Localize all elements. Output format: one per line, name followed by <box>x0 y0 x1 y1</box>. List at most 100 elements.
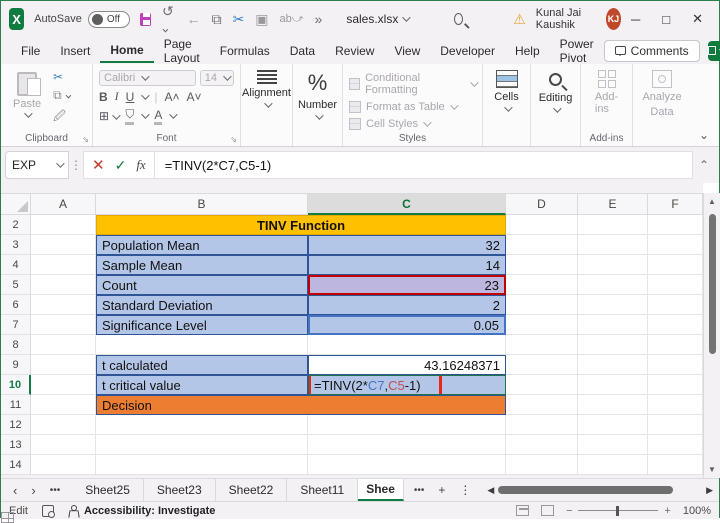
prev-sheet-icon[interactable]: ‹ <box>13 483 17 498</box>
cell-D8[interactable] <box>506 335 578 355</box>
cell-C3[interactable]: 32 <box>308 235 506 255</box>
cell-C5-referenced[interactable]: 23 <box>308 275 506 295</box>
cell-D11[interactable] <box>506 395 578 415</box>
italic-button[interactable]: I <box>115 89 119 104</box>
autosave-control[interactable]: AutoSave Off <box>34 10 130 28</box>
row-header-3[interactable]: 3 <box>1 235 31 255</box>
cell-F8[interactable] <box>648 335 703 355</box>
maximize-button[interactable]: □ <box>662 12 670 27</box>
comments-button[interactable]: Comments <box>603 39 700 62</box>
column-header-b[interactable]: B <box>96 193 308 215</box>
row-header-4[interactable]: 4 <box>1 255 31 275</box>
cell-A8[interactable] <box>31 335 96 355</box>
column-header-a[interactable]: A <box>31 193 96 215</box>
row-header-13[interactable]: 13 <box>1 435 31 455</box>
horizontal-scroll-thumb[interactable] <box>498 486 674 494</box>
cell-B3[interactable]: Population Mean <box>96 235 308 255</box>
tab-file[interactable]: File <box>11 40 50 62</box>
cell-F6[interactable] <box>648 295 703 315</box>
name-box-resize-handle[interactable]: ⋮ <box>69 151 83 179</box>
copy-button[interactable]: ⧉ <box>53 88 72 103</box>
font-dialog-launcher-icon[interactable]: ⇘ <box>230 135 237 144</box>
cell-E9[interactable] <box>578 355 648 375</box>
cell-E8[interactable] <box>578 335 648 355</box>
cell-E7[interactable] <box>578 315 648 335</box>
cell-B10[interactable]: t critical value <box>96 375 308 395</box>
more-sheets-icon[interactable]: ••• <box>414 485 425 496</box>
cell-A11[interactable] <box>31 395 96 415</box>
conditional-formatting-button[interactable]: Conditional Formatting <box>349 72 479 96</box>
more-commands-icon[interactable]: » <box>315 11 323 27</box>
row-header-2[interactable]: 2 <box>1 215 31 235</box>
cell-A6[interactable] <box>31 295 96 315</box>
column-header-e[interactable]: E <box>578 193 648 215</box>
cut-icon[interactable]: ✂ <box>233 11 245 28</box>
column-header-c[interactable]: C <box>308 193 506 215</box>
chevron-down-icon[interactable] <box>141 90 151 100</box>
zoom-out-icon[interactable]: − <box>566 505 572 517</box>
cell-E4[interactable] <box>578 255 648 275</box>
row-header-9[interactable]: 9 <box>1 355 31 375</box>
cell-A7[interactable] <box>31 315 96 335</box>
cell-E13[interactable] <box>578 435 648 455</box>
cell-A3[interactable] <box>31 235 96 255</box>
name-box[interactable]: EXP <box>5 151 69 179</box>
cell-B4[interactable]: Sample Mean <box>96 255 308 275</box>
sheet-tab-sheet22[interactable]: Sheet22 <box>216 479 288 501</box>
cell-B12[interactable] <box>96 415 308 435</box>
vertical-scrollbar[interactable]: ▲ ▼ <box>703 193 720 478</box>
avatar[interactable]: KJ <box>605 8 622 30</box>
share-button[interactable] <box>707 40 720 61</box>
tab-help[interactable]: Help <box>505 40 550 62</box>
cell-D7[interactable] <box>506 315 578 335</box>
cells-button[interactable]: Cells <box>486 70 526 112</box>
tab-formulas[interactable]: Formulas <box>210 40 280 62</box>
row-header-11[interactable]: 11 <box>1 395 31 415</box>
cell-B2-title[interactable]: TINV Function <box>96 215 506 235</box>
cell-A13[interactable] <box>31 435 96 455</box>
cell-A5[interactable] <box>31 275 96 295</box>
cell-C12[interactable] <box>308 415 506 435</box>
cell-D14[interactable] <box>506 455 578 475</box>
macro-record-icon[interactable] <box>41 504 55 518</box>
clipboard-dialog-launcher-icon[interactable]: ⇘ <box>82 135 89 144</box>
cell-A4[interactable] <box>31 255 96 275</box>
chevron-down-icon[interactable] <box>169 110 179 119</box>
cell-E5[interactable] <box>578 275 648 295</box>
cell-F5[interactable] <box>648 275 703 295</box>
confirm-entry-icon[interactable]: ✓ <box>115 157 127 174</box>
warning-icon[interactable]: ⚠ <box>513 11 526 28</box>
scroll-up-icon[interactable]: ▲ <box>708 193 716 210</box>
zoom-level[interactable]: 100% <box>683 505 711 517</box>
cell-F11[interactable] <box>648 395 703 415</box>
cell-F2[interactable] <box>648 215 703 235</box>
sheet-tab-sheet11[interactable]: Sheet11 <box>287 479 359 501</box>
column-header-d[interactable]: D <box>506 193 578 215</box>
undo-icon[interactable]: ↺ <box>162 3 176 36</box>
cell-E12[interactable] <box>578 415 648 435</box>
cell-D5[interactable] <box>506 275 578 295</box>
row-header-8[interactable]: 8 <box>1 335 31 355</box>
cell-F10[interactable] <box>648 375 703 395</box>
tab-view[interactable]: View <box>384 40 430 62</box>
cell-B6[interactable]: Standard Deviation <box>96 295 308 315</box>
row-header-6[interactable]: 6 <box>1 295 31 315</box>
zoom-slider[interactable]: − + <box>566 505 671 517</box>
decrease-font-icon[interactable]: A˅ <box>186 90 201 104</box>
cell-D9[interactable] <box>506 355 578 375</box>
font-size-select[interactable]: 14 <box>199 70 234 86</box>
cell-F12[interactable] <box>648 415 703 435</box>
cell-B8[interactable] <box>96 335 308 355</box>
cell-B11-decision[interactable]: Decision <box>96 395 506 415</box>
scroll-left-icon[interactable]: ◀ <box>487 485 494 496</box>
cell-F4[interactable] <box>648 255 703 275</box>
search-icon[interactable] <box>454 13 464 25</box>
font-name-select[interactable]: Calibri <box>99 70 196 86</box>
cell-E6[interactable] <box>578 295 648 315</box>
minimize-button[interactable]: ─ <box>631 12 640 27</box>
row-header-7[interactable]: 7 <box>1 315 31 335</box>
sheet-tab-sheet25[interactable]: Sheet25 <box>72 479 144 501</box>
cell-C7-referenced[interactable]: 0.05 <box>308 315 506 335</box>
collapse-ribbon-icon[interactable]: ⌄ <box>699 128 709 142</box>
format-as-table-button[interactable]: Format as Table <box>349 101 476 113</box>
